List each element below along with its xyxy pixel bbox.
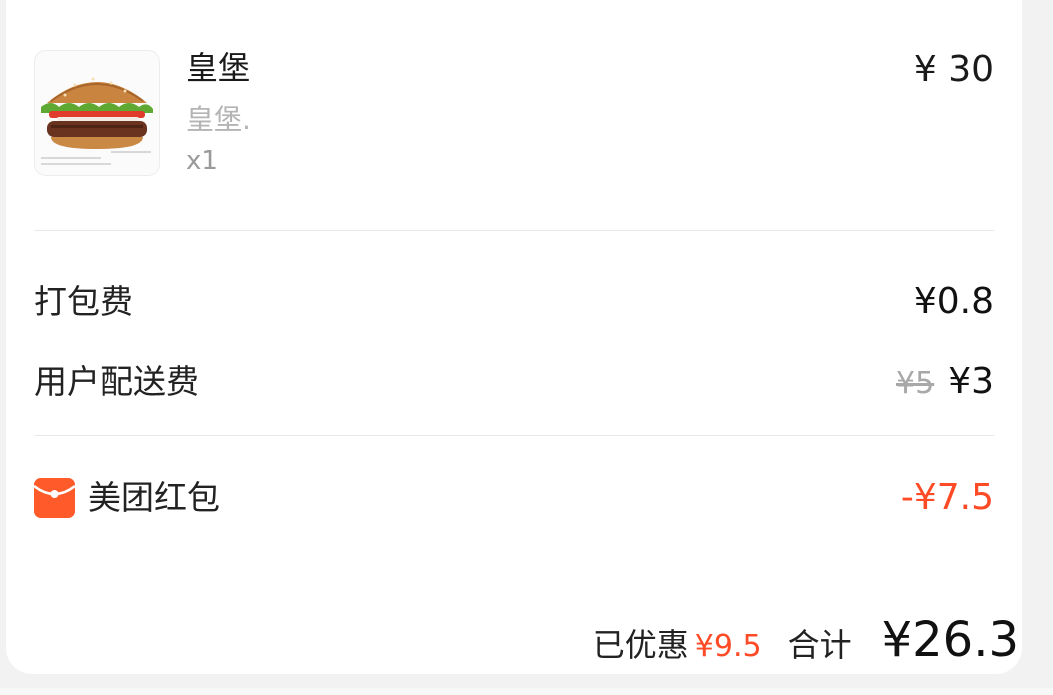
packing-fee-label: 打包费 — [34, 282, 133, 321]
delivery-fee-values: ¥5 ¥3 — [896, 360, 994, 406]
red-envelope-icon — [34, 478, 75, 518]
discount-label: 已优惠 — [592, 626, 689, 664]
item-price: ¥ 30 — [913, 49, 994, 90]
delivery-fee-row: 用户配送费 ¥5 ¥3 — [34, 360, 994, 404]
red-packet-row[interactable]: 美团红包 -¥7.5 — [34, 476, 994, 520]
bottom-edge — [0, 688, 1053, 695]
delivery-fee-original: ¥5 — [896, 366, 935, 401]
total-value: ¥26.3 — [881, 612, 1019, 668]
order-detail-card: 皇堡 皇堡. x1 ¥ 30 打包费 ¥0.8 用户配送费 ¥5 ¥3 美团红包 … — [6, 0, 1022, 674]
packing-fee-row: 打包费 ¥0.8 — [34, 280, 994, 324]
red-packet-label: 美团红包 — [88, 478, 220, 517]
divider — [34, 230, 994, 231]
red-packet-value: -¥7.5 — [900, 477, 994, 518]
discount-value: ¥9.5 — [694, 629, 762, 664]
item-quantity: x1 — [186, 146, 218, 176]
delivery-fee-value: ¥3 — [948, 361, 994, 402]
item-name: 皇堡 — [186, 49, 251, 87]
packing-fee-value: ¥0.8 — [913, 281, 994, 322]
order-item-row[interactable]: 皇堡 皇堡. x1 ¥ 30 — [34, 48, 994, 188]
delivery-fee-label: 用户配送费 — [34, 362, 199, 401]
burger-image — [34, 50, 160, 176]
divider — [34, 435, 994, 436]
total-label: 合计 — [787, 626, 852, 664]
item-description: 皇堡. — [186, 103, 251, 136]
order-total-summary: 已优惠 ¥9.5 合计 ¥26.3 — [593, 612, 1019, 668]
